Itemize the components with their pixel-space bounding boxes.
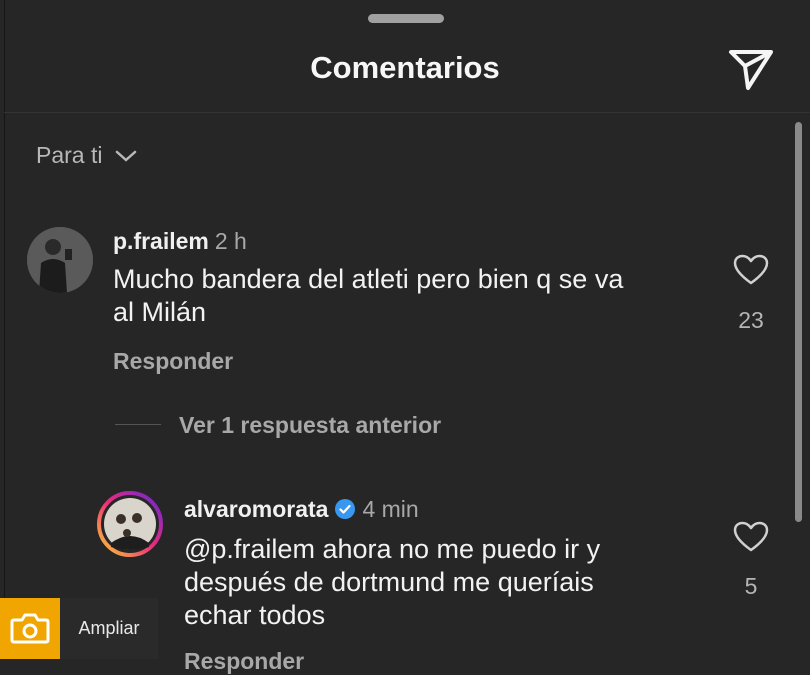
sort-filter[interactable]: Para ti [36,142,138,169]
camera-icon [10,613,50,644]
comment-line: @p.frailem ahora no me puedo ir y [184,534,601,564]
reply-button[interactable]: Responder [113,348,233,375]
zoom-label[interactable]: Ampliar [60,598,158,659]
zoom-camera-button[interactable] [0,598,60,659]
sort-filter-label: Para ti [36,142,103,168]
comment-line: al Milán [113,297,207,327]
comment-author[interactable]: p.frailem 2 h [113,228,247,255]
drag-handle[interactable] [368,14,444,23]
header-divider [4,112,810,113]
page-title: Comentarios [310,50,500,85]
avatar[interactable] [27,227,93,293]
like-count: 23 [738,307,764,333]
send-icon[interactable] [726,44,776,92]
view-replies-button[interactable]: Ver 1 respuesta anterior [179,412,441,439]
replies-divider-line [115,424,161,425]
avatar-story-ring[interactable] [97,491,163,557]
reply-button[interactable]: Responder [184,648,304,675]
comment-text: @p.frailem ahora no me puedo ir y despué… [184,533,600,632]
username[interactable]: p.frailem [113,228,209,254]
like-count: 5 [744,573,758,599]
comment-line: echar todos [184,600,326,630]
verified-badge-icon [335,499,356,519]
avatar-image [97,491,163,557]
username[interactable]: alvaromorata [184,496,328,522]
comment-text: Mucho bandera del atleti pero bien q se … [113,263,623,329]
comment-line: después de dortmund me queríais [184,567,594,597]
heart-icon[interactable] [733,521,769,553]
comment-author[interactable]: alvaromorata 4 min [184,496,419,523]
avatar-image [27,227,93,293]
scrollbar[interactable] [795,122,802,522]
comment-line: Mucho bandera del atleti pero bien q se … [113,264,624,294]
timestamp: 4 min [362,496,419,522]
heart-icon[interactable] [733,254,769,286]
timestamp: 2 h [214,228,247,254]
chevron-down-icon [116,150,137,162]
